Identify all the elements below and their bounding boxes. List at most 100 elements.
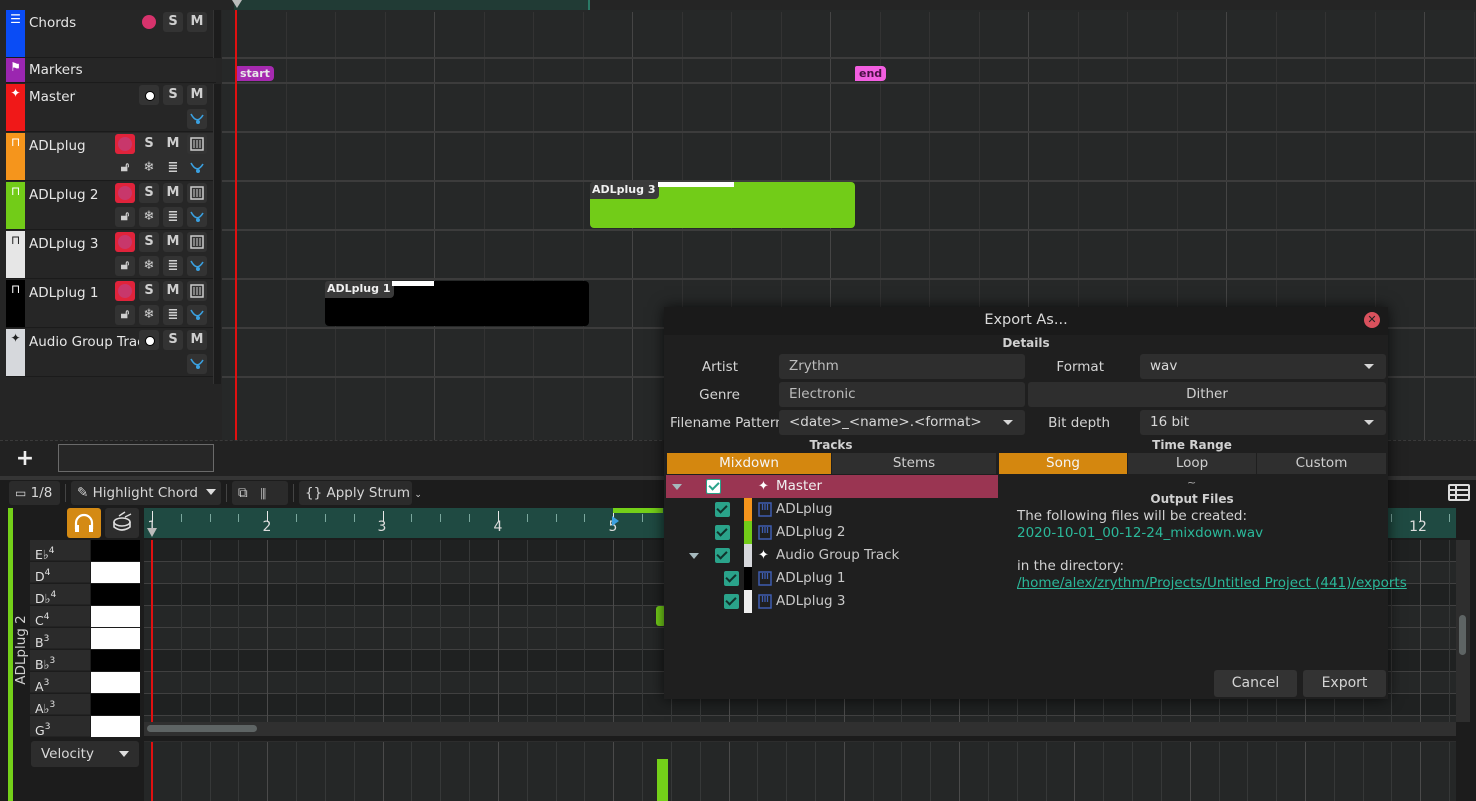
show-instrument-button[interactable] bbox=[187, 232, 207, 252]
show-instrument-button[interactable] bbox=[187, 134, 207, 154]
midi-region-adlplug-3[interactable]: ADLplug 3 bbox=[590, 182, 855, 228]
listen-notes-button[interactable] bbox=[67, 508, 101, 538]
piano-key-row[interactable]: D4 bbox=[30, 562, 142, 584]
cue-marker-icon[interactable] bbox=[232, 0, 242, 8]
loop-range[interactable] bbox=[234, 0, 590, 10]
record-button[interactable] bbox=[115, 183, 135, 203]
track-chords[interactable]: ☰ Chords S M bbox=[6, 10, 216, 58]
automation-button[interactable] bbox=[187, 305, 207, 325]
dither-toggle[interactable]: Dither bbox=[1028, 382, 1386, 407]
listen-button[interactable] bbox=[139, 330, 159, 350]
velocity-bar[interactable] bbox=[657, 759, 668, 801]
expander-icon[interactable] bbox=[689, 553, 699, 559]
format-dropdown[interactable]: wav bbox=[1140, 354, 1386, 379]
record-button[interactable] bbox=[115, 134, 135, 154]
record-button[interactable] bbox=[115, 232, 135, 252]
tab-mixdown[interactable]: Mixdown bbox=[667, 453, 831, 474]
automation-button[interactable] bbox=[187, 158, 207, 178]
solo-button[interactable]: S bbox=[139, 134, 159, 154]
lanes-button[interactable]: ≣ bbox=[163, 305, 183, 325]
clone-button[interactable]: ⧉ ⦀ bbox=[232, 481, 288, 505]
track-adlplug[interactable]: ⊓ ADLplug S M 🔓︎ ❄ ≣ bbox=[6, 133, 216, 181]
tab-stems[interactable]: Stems bbox=[832, 453, 996, 474]
horizontal-scrollbar[interactable] bbox=[144, 722, 1456, 736]
track-adlplug-1[interactable]: ⊓ ADLplug 1 S M 🔓︎ ❄ ≣ bbox=[6, 280, 216, 328]
piano-key-row[interactable]: B♭3 bbox=[30, 650, 142, 672]
track-adlplug-2[interactable]: ⊓ ADLplug 2 S M 🔓︎ ❄ ≣ bbox=[6, 182, 216, 230]
arranger-ruler[interactable] bbox=[222, 0, 1476, 10]
show-instrument-button[interactable] bbox=[187, 281, 207, 301]
marker-start[interactable]: start bbox=[236, 66, 274, 81]
snap-grid-button[interactable]: ▭ 1/8 bbox=[9, 481, 60, 505]
artist-input[interactable]: Zrythm bbox=[779, 354, 1025, 379]
record-button[interactable] bbox=[115, 281, 135, 301]
track-checkbox[interactable] bbox=[715, 502, 730, 517]
mute-button[interactable]: M bbox=[187, 85, 207, 105]
add-track-input[interactable] bbox=[58, 444, 214, 472]
track-scrollbar[interactable] bbox=[213, 84, 221, 384]
midi-note[interactable] bbox=[392, 281, 434, 286]
freeze-button[interactable]: ❄ bbox=[139, 207, 159, 227]
cue-marker-icon[interactable] bbox=[147, 528, 157, 537]
playhead[interactable] bbox=[151, 742, 153, 801]
scrollbar-thumb[interactable] bbox=[1459, 615, 1466, 655]
mute-button[interactable]: M bbox=[163, 134, 183, 154]
tab-song[interactable]: Song bbox=[999, 453, 1127, 474]
automation-button[interactable] bbox=[187, 109, 207, 129]
track-checkbox[interactable] bbox=[706, 479, 721, 494]
tree-row-master[interactable]: ✦ Master bbox=[666, 475, 998, 498]
show-instrument-button[interactable] bbox=[187, 183, 207, 203]
midi-region-adlplug-1[interactable]: ADLplug 1 bbox=[325, 281, 589, 326]
black-key[interactable] bbox=[91, 540, 140, 561]
tree-row-adlplug-3[interactable]: ADLplug 3 bbox=[666, 590, 998, 613]
record-button[interactable] bbox=[139, 12, 159, 32]
lanes-button[interactable]: ≣ bbox=[163, 207, 183, 227]
black-key[interactable] bbox=[91, 584, 140, 605]
filename-pattern-dropdown[interactable]: <date>_<name>.<format> bbox=[779, 410, 1025, 435]
piano-key-row[interactable]: D♭4 bbox=[30, 584, 142, 606]
tree-row-adlplug[interactable]: ADLplug bbox=[666, 498, 998, 521]
genre-input[interactable]: Electronic bbox=[779, 382, 1025, 407]
solo-button[interactable]: S bbox=[163, 330, 183, 350]
freeze-button[interactable]: ❄ bbox=[139, 158, 159, 178]
mute-button[interactable]: M bbox=[187, 12, 207, 32]
track-checkbox[interactable] bbox=[724, 594, 739, 609]
track-checkbox[interactable] bbox=[715, 525, 730, 540]
black-key[interactable] bbox=[91, 694, 140, 715]
lock-button[interactable]: 🔓︎ bbox=[115, 207, 135, 227]
track-audio-group[interactable]: ✦ Audio Group Track S M bbox=[6, 329, 216, 377]
track-scrollbar[interactable] bbox=[213, 10, 221, 58]
automation-button[interactable] bbox=[187, 256, 207, 276]
white-key[interactable] bbox=[91, 716, 140, 737]
playhead[interactable] bbox=[235, 10, 237, 440]
solo-button[interactable]: S bbox=[139, 232, 159, 252]
apply-strum-button[interactable]: {} Apply Strum ⌄ bbox=[299, 481, 422, 505]
piano-key-row[interactable]: G3 bbox=[30, 716, 142, 738]
solo-button[interactable]: S bbox=[163, 12, 183, 32]
cancel-button[interactable]: Cancel bbox=[1214, 670, 1297, 697]
vertical-scrollbar[interactable] bbox=[1456, 540, 1470, 722]
drum-mode-button[interactable] bbox=[105, 508, 139, 538]
solo-button[interactable]: S bbox=[139, 183, 159, 203]
midi-note[interactable] bbox=[658, 182, 734, 187]
automation-button[interactable] bbox=[187, 207, 207, 227]
bit-depth-dropdown[interactable]: 16 bit bbox=[1140, 410, 1386, 435]
marker-end[interactable]: end bbox=[855, 66, 887, 81]
tab-loop[interactable]: Loop bbox=[1128, 453, 1256, 474]
freeze-button[interactable]: ❄ bbox=[139, 305, 159, 325]
playhead[interactable] bbox=[151, 540, 153, 736]
lock-button[interactable]: 🔓︎ bbox=[115, 158, 135, 178]
mute-button[interactable]: M bbox=[163, 232, 183, 252]
solo-button[interactable]: S bbox=[163, 85, 183, 105]
close-button[interactable]: ✕ bbox=[1364, 312, 1380, 328]
expander-icon[interactable] bbox=[672, 484, 682, 490]
mute-button[interactable]: M bbox=[163, 183, 183, 203]
track-checkbox[interactable] bbox=[724, 571, 739, 586]
lanes-button[interactable]: ≣ bbox=[163, 158, 183, 178]
track-adlplug-3[interactable]: ⊓ ADLplug 3 S M 🔓︎ ❄ ≣ bbox=[6, 231, 216, 279]
add-track-button[interactable]: + bbox=[14, 448, 36, 470]
output-directory-link[interactable]: /home/alex/zrythm/Projects/Untitled Proj… bbox=[1017, 575, 1407, 591]
region-range-bar[interactable] bbox=[613, 508, 663, 513]
lock-button[interactable]: 🔓︎ bbox=[115, 305, 135, 325]
lanes-button[interactable]: ≣ bbox=[163, 256, 183, 276]
